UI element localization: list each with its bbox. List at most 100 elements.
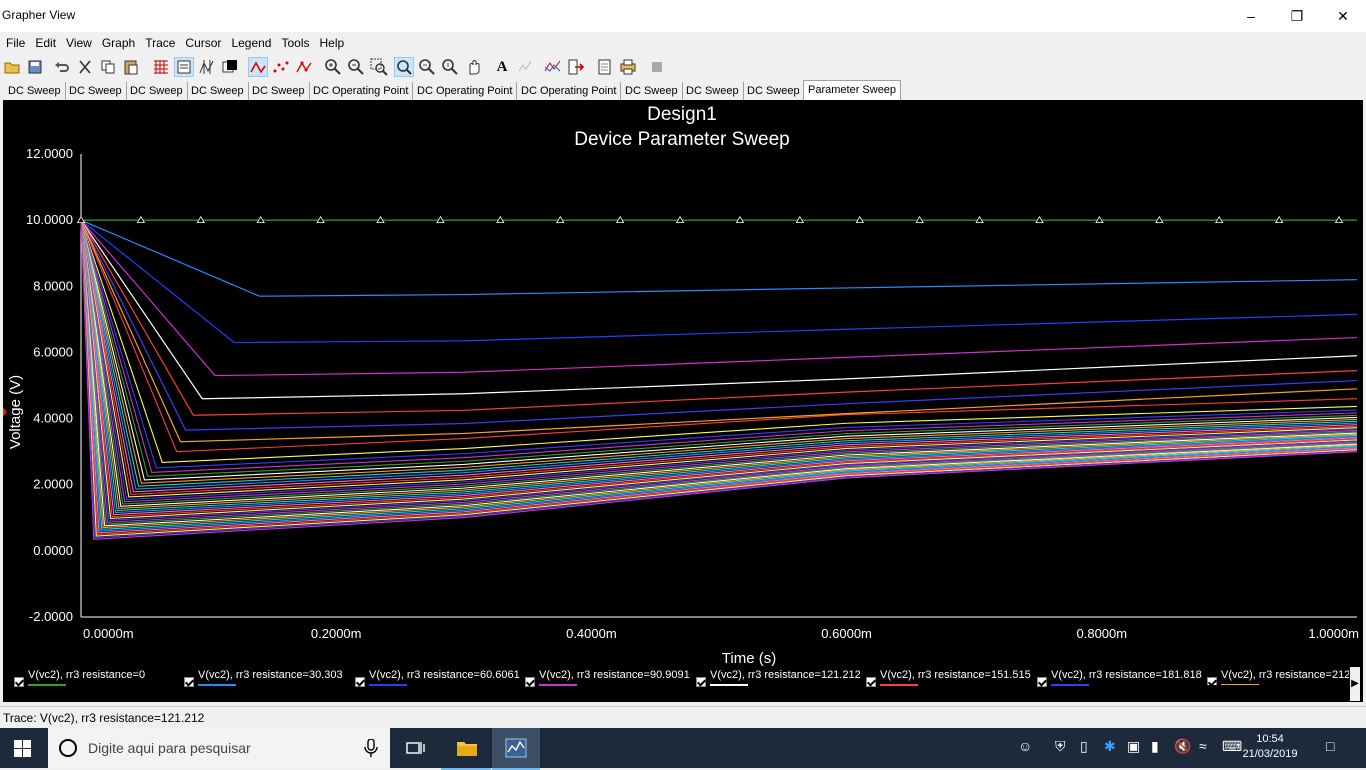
zoom-out-icon[interactable] xyxy=(346,57,366,77)
tab-dc-sweep[interactable]: DC Sweep xyxy=(743,82,805,100)
graph-canvas[interactable]: Design1 Device Parameter Sweep Time (s) … xyxy=(3,100,1363,702)
label-icon[interactable] xyxy=(515,57,535,77)
overlay-traces-icon[interactable] xyxy=(543,57,563,77)
tab-dc-sweep[interactable]: DC Sweep xyxy=(248,82,310,100)
display-icon[interactable]: ▣ xyxy=(1127,738,1140,755)
battery-icon[interactable]: ▮ xyxy=(1151,738,1159,755)
microphone-icon[interactable] xyxy=(364,739,378,757)
menu-bar: File Edit View Graph Trace Cursor Legend Tools H… xyxy=(0,32,1366,54)
paste-icon[interactable] xyxy=(121,57,141,77)
title-bar: Grapher View – ❐ ✕ xyxy=(0,0,1366,32)
tab-dc-sweep[interactable]: DC Sweep xyxy=(682,82,744,100)
show-lines-icon[interactable] xyxy=(248,57,268,77)
tab-strip: DC Sweep DC Sweep DC Sweep DC Sweep DC S… xyxy=(0,80,1366,100)
open-icon[interactable] xyxy=(2,57,22,77)
chart-svg[interactable]: Design1 Device Parameter Sweep Time (s) … xyxy=(3,100,1363,667)
grid-icon[interactable] xyxy=(151,57,171,77)
cut-icon[interactable] xyxy=(75,57,95,77)
zoom-y-icon[interactable] xyxy=(440,57,460,77)
menu-legend[interactable]: Legend xyxy=(227,32,275,54)
show-markers-icon[interactable] xyxy=(271,57,291,77)
y-tick-label: 10.0000 xyxy=(26,212,73,227)
restore-icon[interactable]: ❐ xyxy=(1274,0,1320,32)
tab-dc-sweep[interactable]: DC Sweep xyxy=(65,82,127,100)
menu-edit[interactable]: Edit xyxy=(31,32,60,54)
x-tick-label: 0.4000m xyxy=(566,626,617,641)
show-lines-markers-icon[interactable] xyxy=(294,57,314,77)
legend-swatch xyxy=(1051,684,1089,686)
legend-checkbox[interactable] xyxy=(525,677,535,687)
legend-item[interactable]: V(vc2), rr3 resistance=212.1 xyxy=(1207,669,1349,685)
y-tick-label: 8.0000 xyxy=(33,278,73,293)
system-clock[interactable]: 10:54 21/03/2019 xyxy=(1240,732,1300,762)
usb-device-icon[interactable]: ▯ xyxy=(1080,738,1088,755)
task-view-icon[interactable] xyxy=(406,739,426,760)
menu-view[interactable]: View xyxy=(62,32,96,54)
cursors-icon[interactable] xyxy=(197,57,217,77)
minimize-icon[interactable]: – xyxy=(1228,0,1274,32)
undo-icon[interactable] xyxy=(52,57,72,77)
tab-dc-operating-point[interactable]: DC Operating Point xyxy=(309,82,414,100)
background-toggle-icon[interactable] xyxy=(220,57,240,77)
print-preview-icon[interactable] xyxy=(595,57,615,77)
file-explorer-taskbar-button[interactable] xyxy=(441,728,491,770)
series-line xyxy=(80,219,1358,297)
tab-dc-sweep[interactable]: DC Sweep xyxy=(187,82,249,100)
legend-checkbox[interactable] xyxy=(184,677,194,687)
zoom-area-icon[interactable] xyxy=(369,57,389,77)
legend-checkbox[interactable] xyxy=(866,677,876,687)
wifi-icon[interactable]: ≈ xyxy=(1199,738,1207,754)
tab-dc-sweep[interactable]: DC Sweep xyxy=(4,82,66,100)
legend-checkbox[interactable] xyxy=(1207,677,1217,685)
menu-file[interactable]: File xyxy=(2,32,29,54)
legend-swatch xyxy=(198,684,236,686)
legend-toggle-icon[interactable] xyxy=(174,57,194,77)
tab-dc-operating-point[interactable]: DC Operating Point xyxy=(517,82,622,100)
x-tick-label: 0.8000m xyxy=(1077,626,1128,641)
menu-graph[interactable]: Graph xyxy=(98,32,139,54)
text-annotation-icon[interactable]: A xyxy=(492,57,512,77)
legend-checkbox[interactable] xyxy=(14,677,24,687)
bundle-trace xyxy=(80,219,1358,474)
export-icon[interactable] xyxy=(566,57,586,77)
legend-scroll-right-icon[interactable]: ▶ xyxy=(1350,667,1360,701)
x-tick-label: 1.0000m xyxy=(1308,626,1359,641)
legend-checkbox[interactable] xyxy=(355,677,365,687)
menu-cursor[interactable]: Cursor xyxy=(181,32,225,54)
series-line xyxy=(80,219,1358,400)
legend-swatch xyxy=(880,684,918,686)
x-tick-label: 0.2000m xyxy=(311,626,362,641)
menu-tools[interactable]: Tools xyxy=(277,32,313,54)
tab-dc-operating-point[interactable]: DC Operating Point xyxy=(413,82,518,100)
save-icon[interactable] xyxy=(25,57,45,77)
tab-dc-sweep[interactable]: DC Sweep xyxy=(126,82,188,100)
y-tick-label: 6.0000 xyxy=(33,344,73,359)
pan-icon[interactable] xyxy=(463,57,483,77)
legend-swatch xyxy=(28,684,66,686)
menu-help[interactable]: Help xyxy=(316,32,349,54)
multisim-taskbar-button[interactable] xyxy=(492,728,540,770)
windows-start-icon[interactable] xyxy=(14,740,32,761)
copy-icon[interactable] xyxy=(98,57,118,77)
people-icon[interactable]: ☺ xyxy=(1018,738,1032,754)
zoom-x-icon[interactable] xyxy=(417,57,437,77)
zoom-in-icon[interactable] xyxy=(323,57,343,77)
notifications-icon[interactable]: □ xyxy=(1326,738,1334,754)
legend-checkbox[interactable] xyxy=(696,677,706,687)
menu-trace[interactable]: Trace xyxy=(141,32,179,54)
tab-parameter-sweep[interactable]: Parameter Sweep xyxy=(803,80,902,100)
close-icon[interactable]: ✕ xyxy=(1320,0,1366,32)
zoom-full-icon[interactable] xyxy=(394,57,414,77)
stop-icon[interactable] xyxy=(647,57,667,77)
print-icon[interactable] xyxy=(618,57,638,77)
legend-checkbox[interactable] xyxy=(1037,677,1047,687)
volume-muted-icon[interactable]: 🔇 xyxy=(1174,738,1191,755)
bluetooth-icon[interactable]: ✱ xyxy=(1104,738,1116,755)
tab-dc-sweep[interactable]: DC Sweep xyxy=(621,82,683,100)
legend-swatch xyxy=(369,684,407,686)
series-line xyxy=(80,219,1358,377)
taskbar-search-box[interactable]: Digite aqui para pesquisar xyxy=(48,728,390,768)
bundle-trace xyxy=(80,219,1358,463)
security-shield-icon[interactable]: ⛨ xyxy=(1055,738,1066,755)
y-tick-label: 4.0000 xyxy=(33,411,73,426)
